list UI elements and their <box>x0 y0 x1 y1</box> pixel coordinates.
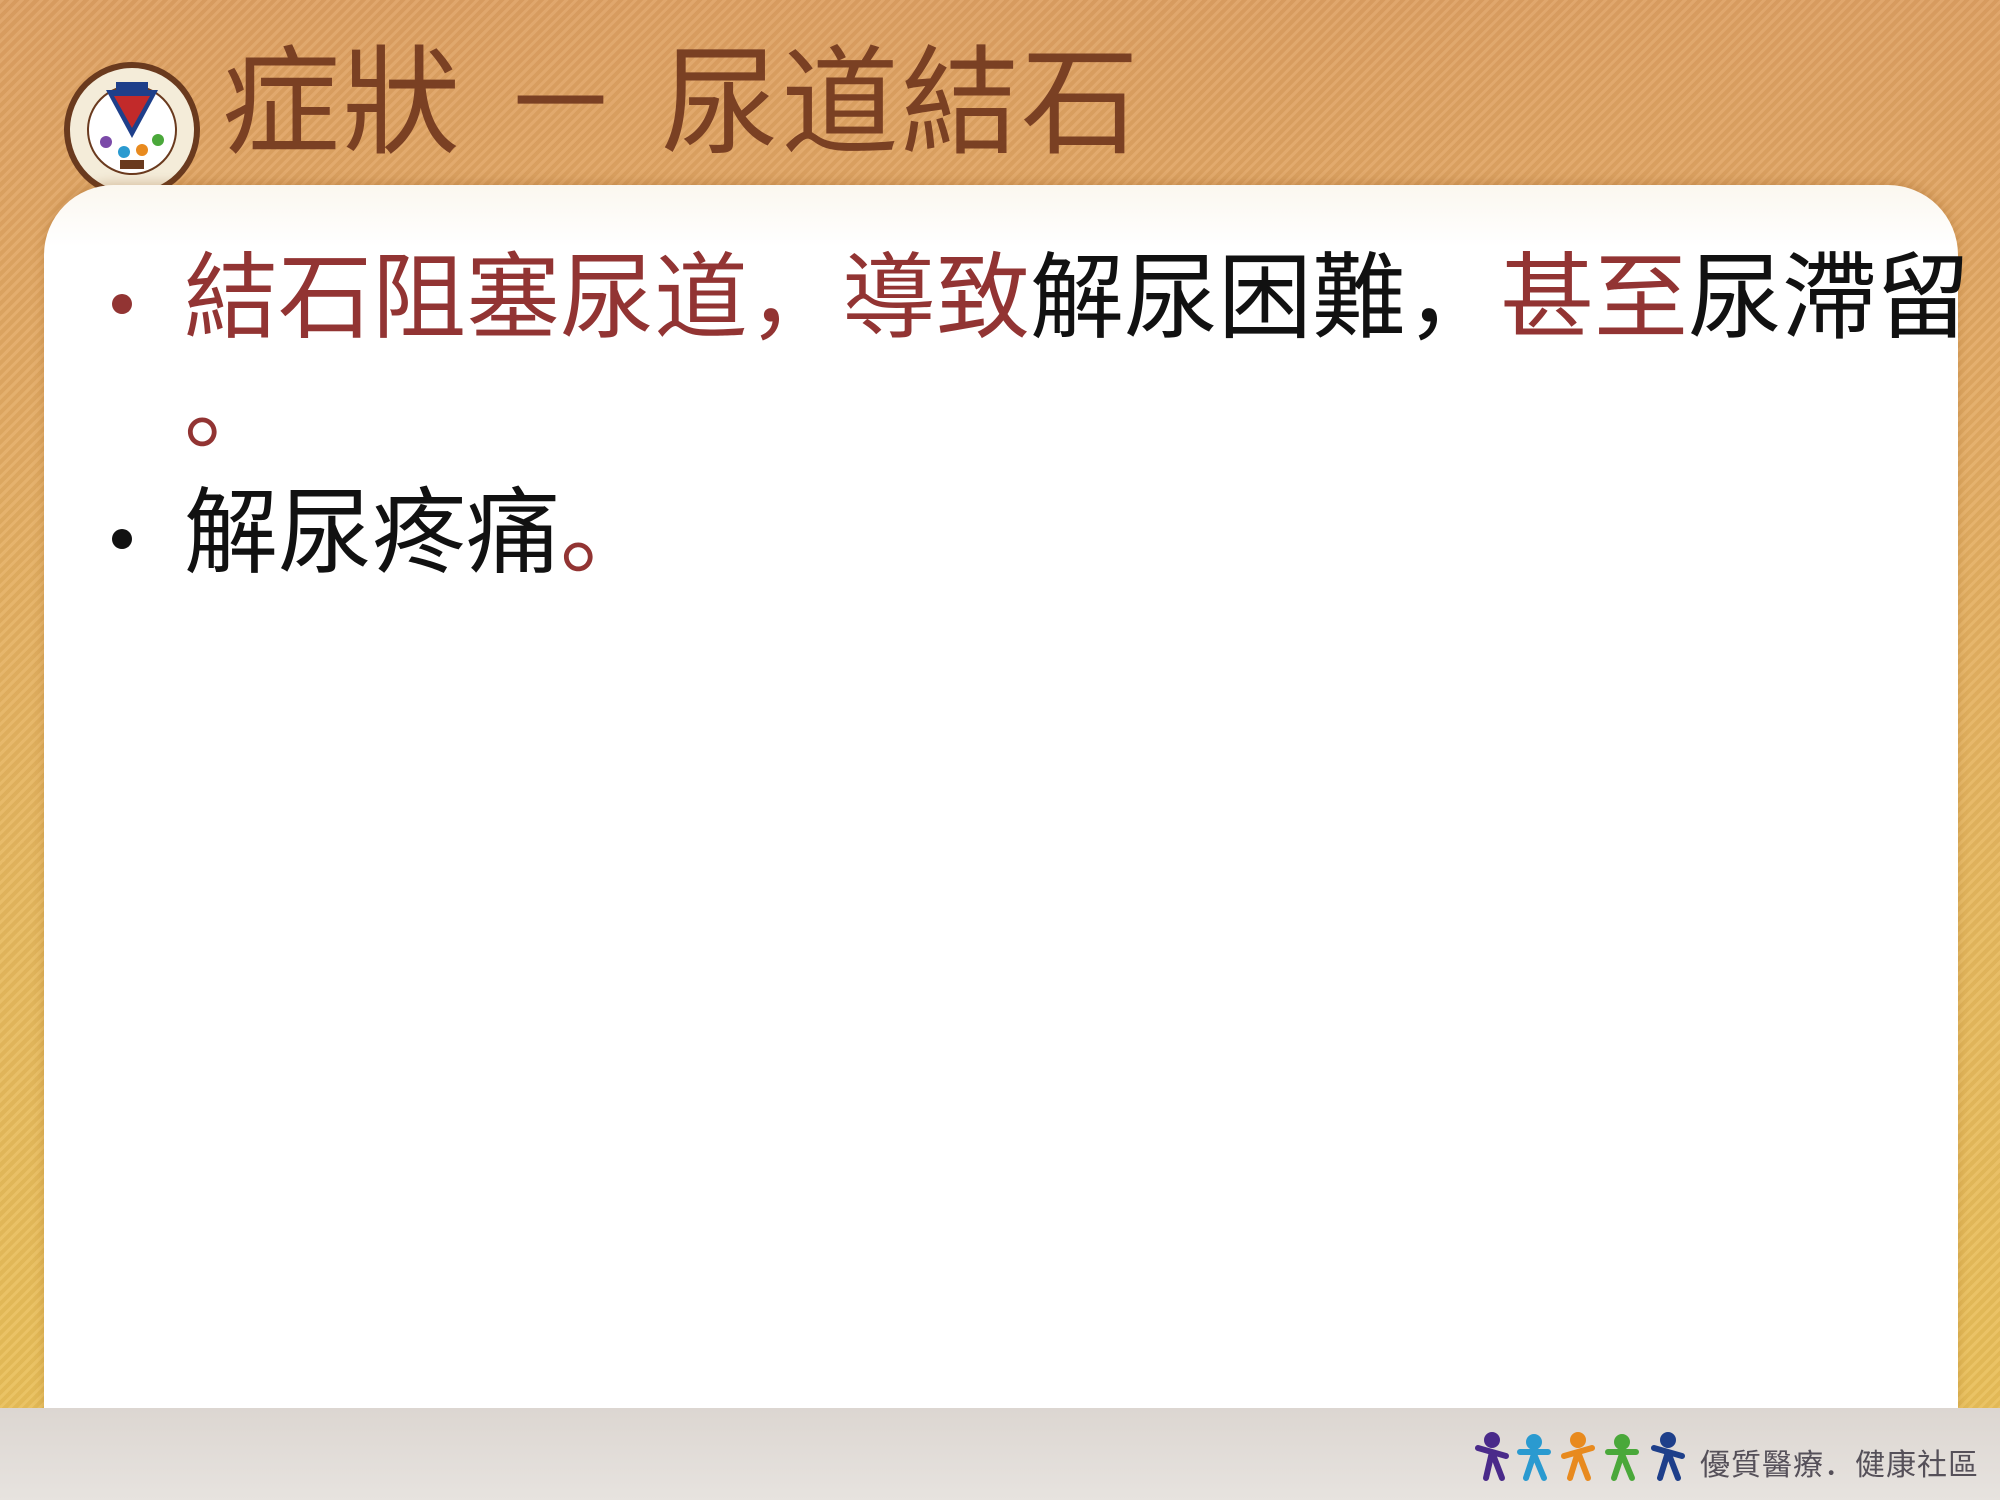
bullet-line: 解尿疼痛。 <box>184 475 654 593</box>
slide-title: 症狀 － 尿道結石 <box>222 34 1142 172</box>
bullet-dot <box>112 529 132 549</box>
slide-footer: 優質醫療．健康社區 <box>0 1408 2000 1500</box>
hospital-seal-icon <box>64 62 200 198</box>
bullet-text-segment: 解尿疼痛 <box>184 479 561 588</box>
bullet-line-continuation: 。 <box>184 354 279 463</box>
content-panel: 結石阻塞尿道，導致解尿困難，甚至尿滯留 。 解尿疼痛。 <box>44 185 1970 1415</box>
footer-slogan: 優質醫療．健康社區 <box>1700 1448 1979 1483</box>
people-figures-icon <box>1475 1432 1685 1481</box>
bullet-text-segment: 甚至 <box>1500 244 1689 353</box>
bullet-text-segment: 。 <box>560 479 655 588</box>
bullet-line: 結石阻塞尿道，導致解尿困難，甚至尿滯留 <box>184 240 1970 358</box>
bullet-dot <box>112 294 132 314</box>
bullet-text-segment: 解尿困難， <box>1030 244 1501 353</box>
bullet-text-segment: 尿滯留 <box>1688 244 1971 353</box>
bullet-text-segment: 結石阻塞尿道，導致 <box>184 244 1031 353</box>
slide-header: 症狀 － 尿道結石 <box>0 0 2000 198</box>
